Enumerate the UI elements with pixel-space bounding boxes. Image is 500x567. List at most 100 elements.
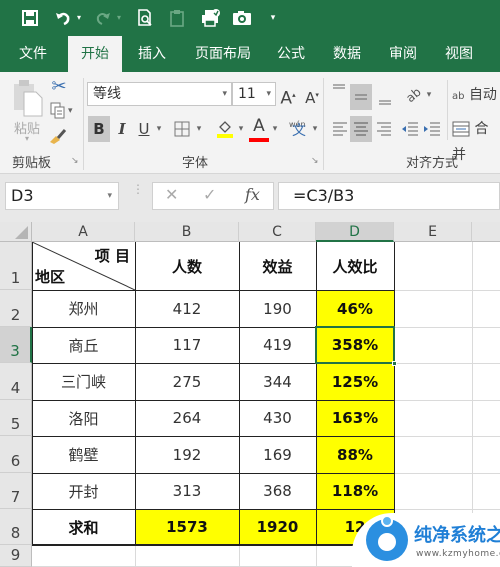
row-header-3[interactable]: 3 [0, 327, 32, 363]
undo-dropdown-icon[interactable]: ▾ [74, 6, 84, 30]
underline-button[interactable]: U [134, 116, 154, 142]
table-row-people[interactable]: 412 [135, 290, 239, 327]
tab-home[interactable]: 开始 [68, 36, 122, 72]
select-all-button[interactable] [0, 222, 32, 242]
table-row-ratio[interactable]: 163% [316, 400, 394, 436]
orientation-dropdown-icon[interactable]: ▾ [424, 82, 434, 108]
font-name-select[interactable]: 等线 ▾ [87, 82, 232, 106]
fill-color-button[interactable] [214, 116, 236, 142]
tab-file[interactable]: 文件 [8, 36, 58, 72]
table-row-ratio[interactable]: 118% [316, 473, 394, 509]
enter-icon[interactable]: ✓ [203, 185, 216, 204]
align-left-button[interactable] [330, 116, 350, 142]
row-header-6[interactable]: 6 [0, 436, 32, 473]
table-row-people[interactable]: 264 [135, 400, 239, 436]
underline-dropdown-icon[interactable]: ▾ [154, 116, 164, 142]
tab-review[interactable]: 审阅 [382, 36, 424, 72]
redo-dropdown-icon[interactable]: ▾ [114, 6, 124, 30]
font-color-dropdown-icon[interactable]: ▾ [270, 116, 280, 142]
table-row-region[interactable]: 商丘 [32, 327, 135, 363]
table-row-people[interactable]: 275 [135, 363, 239, 400]
clipboard-icon[interactable] [166, 6, 188, 30]
align-bottom-button[interactable] [374, 86, 396, 112]
undo-icon[interactable] [52, 6, 74, 30]
font-color-button[interactable]: A [248, 116, 270, 142]
tab-insert[interactable]: 插入 [128, 36, 176, 72]
print-preview-icon[interactable] [134, 6, 156, 30]
italic-button[interactable]: I [112, 116, 132, 142]
column-header-c[interactable]: C [239, 222, 316, 242]
wrap-text-button[interactable]: ab 自动 [452, 82, 500, 108]
font-size-select[interactable]: 11 ▾ [232, 82, 276, 106]
row-header-2[interactable]: 2 [0, 290, 32, 327]
name-box[interactable]: D3 ▾ [5, 182, 119, 210]
table-row-benefit[interactable]: 368 [239, 473, 316, 509]
decrease-indent-button[interactable] [400, 116, 420, 142]
redo-icon[interactable] [92, 6, 114, 30]
table-row-people[interactable]: 117 [135, 327, 239, 363]
insert-function-icon[interactable]: fx [245, 185, 260, 204]
orientation-button[interactable]: ab [402, 82, 424, 108]
row-header-5[interactable]: 5 [0, 400, 32, 436]
row-header-8[interactable]: 8 [0, 509, 32, 545]
merge-center-button[interactable]: 合并 [452, 116, 500, 163]
table-row-region[interactable]: 开封 [32, 473, 135, 509]
tab-formulas[interactable]: 公式 [270, 36, 312, 72]
tab-view[interactable]: 视图 [438, 36, 480, 72]
table-row-region[interactable]: 三门峡 [32, 363, 135, 400]
table-row-benefit[interactable]: 169 [239, 436, 316, 473]
cell-c1[interactable]: 效益 [239, 242, 316, 290]
column-header-e[interactable]: E [394, 222, 472, 242]
table-row-region[interactable]: 洛阳 [32, 400, 135, 436]
align-middle-button[interactable] [350, 84, 372, 110]
table-row-region[interactable]: 郑州 [32, 290, 135, 327]
table-row-benefit[interactable]: 190 [239, 290, 316, 327]
cancel-icon[interactable]: ✕ [165, 185, 178, 204]
tab-data[interactable]: 数据 [326, 36, 368, 72]
fill-color-dropdown-icon[interactable]: ▾ [236, 116, 246, 142]
fill-handle[interactable] [392, 361, 397, 366]
formula-bar-grip-icon[interactable]: ⋮ [132, 183, 144, 206]
table-row-ratio[interactable]: 88% [316, 436, 394, 473]
increase-indent-button[interactable] [422, 116, 442, 142]
table-row-benefit[interactable]: 344 [239, 363, 316, 400]
font-dialog-launcher-icon[interactable]: ↘ [311, 156, 319, 166]
phonetic-button[interactable]: wén 文 [288, 114, 310, 144]
column-header-d[interactable]: D [316, 222, 394, 242]
borders-dropdown-icon[interactable]: ▾ [194, 116, 204, 142]
print-icon[interactable] [198, 6, 224, 30]
cell-d1[interactable]: 人效比 [316, 242, 394, 290]
table-row-people[interactable]: 313 [135, 473, 239, 509]
cell-b1[interactable]: 人数 [135, 242, 239, 290]
borders-button[interactable] [172, 116, 192, 142]
table-row-benefit[interactable]: 419 [239, 327, 316, 363]
camera-icon[interactable] [230, 6, 254, 30]
paste-button[interactable]: 粘贴 ▾ [10, 78, 44, 148]
total-people-cell[interactable]: 1573 [135, 509, 239, 545]
cell-a1-diagonal-header[interactable]: 项 目 地区 [32, 242, 135, 290]
align-top-button[interactable] [328, 80, 350, 106]
total-label-cell[interactable]: 求和 [32, 509, 135, 545]
column-header-f[interactable] [472, 222, 500, 242]
table-row-people[interactable]: 192 [135, 436, 239, 473]
shrink-font-button[interactable]: A▾ [302, 82, 322, 108]
clipboard-dialog-launcher-icon[interactable]: ↘ [71, 156, 79, 166]
align-center-button[interactable] [350, 116, 372, 142]
table-row-ratio[interactable]: 46% [316, 290, 394, 327]
copy-button[interactable]: ▾ [48, 102, 76, 124]
bold-button[interactable]: B [88, 116, 110, 142]
row-header-1[interactable]: 1 [0, 242, 32, 290]
column-header-a[interactable]: A [32, 222, 135, 242]
format-painter-icon[interactable] [48, 126, 70, 148]
table-row-region[interactable]: 鹤壁 [32, 436, 135, 473]
row-header-9[interactable]: 9 [0, 545, 32, 567]
phonetic-dropdown-icon[interactable]: ▾ [310, 116, 320, 142]
table-row-benefit[interactable]: 430 [239, 400, 316, 436]
customize-quick-access-icon[interactable]: ▾ [266, 6, 280, 30]
row-header-4[interactable]: 4 [0, 363, 32, 400]
tab-page-layout[interactable]: 页面布局 [186, 36, 260, 72]
grow-font-button[interactable]: A▴ [278, 82, 298, 109]
save-icon[interactable] [18, 6, 42, 30]
total-benefit-cell[interactable]: 1920 [239, 509, 316, 545]
formula-input[interactable]: =C3/B3 [278, 182, 500, 210]
